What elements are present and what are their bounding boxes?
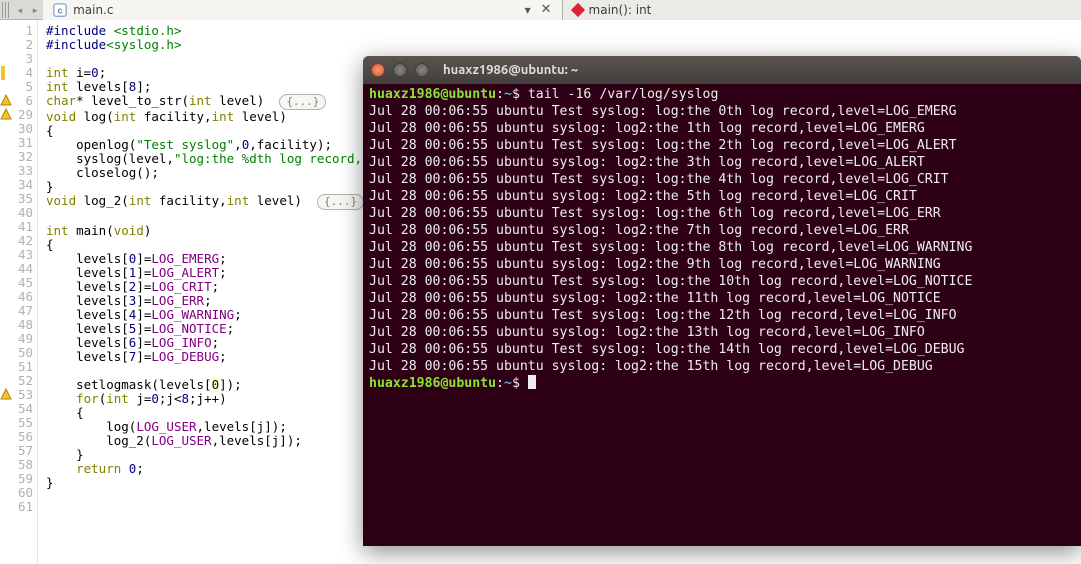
code-line[interactable]: { <box>46 238 377 252</box>
window-close-icon[interactable] <box>371 63 385 77</box>
line-number[interactable]: 60 <box>0 486 33 500</box>
code-line[interactable]: levels[0]=LOG_EMERG; <box>46 252 377 266</box>
c-file-icon: c <box>53 3 67 17</box>
warning-icon <box>0 388 12 400</box>
code-line[interactable]: { <box>46 406 377 420</box>
code-line[interactable]: return 0; <box>46 462 377 476</box>
code-line[interactable]: } <box>46 448 377 462</box>
line-number[interactable]: 47 <box>0 304 33 318</box>
code-line[interactable]: setlogmask(levels[0]); <box>46 378 377 392</box>
code-area[interactable]: #include <stdio.h>#include<syslog.h> int… <box>38 20 377 564</box>
tab-symbol-label: main(): int <box>589 3 652 17</box>
diamond-icon <box>570 2 584 16</box>
code-line[interactable]: int i=0; <box>46 66 377 80</box>
line-number[interactable]: 46 <box>0 290 33 304</box>
line-number[interactable]: 32 <box>0 150 33 164</box>
line-number[interactable]: 49 <box>0 332 33 346</box>
code-line[interactable]: } <box>46 180 377 194</box>
svg-text:c: c <box>58 5 63 15</box>
code-line[interactable]: int levels[8]; <box>46 80 377 94</box>
line-number[interactable]: 41 <box>0 220 33 234</box>
nav-right-icon[interactable]: ▸ <box>28 2 44 17</box>
code-line[interactable]: levels[1]=LOG_ALERT; <box>46 266 377 280</box>
code-line[interactable] <box>46 364 377 378</box>
code-line[interactable] <box>46 490 377 504</box>
code-line[interactable]: { <box>46 124 377 138</box>
code-line[interactable]: levels[2]=LOG_CRIT; <box>46 280 377 294</box>
warning-icon <box>0 94 12 106</box>
line-number[interactable]: 34 <box>0 178 33 192</box>
line-number[interactable]: 35 <box>0 192 33 206</box>
line-number[interactable]: 40 <box>0 206 33 220</box>
line-number[interactable]: 54 <box>0 402 33 416</box>
code-line[interactable] <box>46 504 377 518</box>
line-number[interactable]: 4 <box>0 66 33 80</box>
code-line[interactable]: closelog(); <box>46 166 377 180</box>
line-number[interactable]: 55 <box>0 416 33 430</box>
code-line[interactable]: for(int j=0;j<8;j++) <box>46 392 377 406</box>
tabbar-grip[interactable] <box>2 2 10 18</box>
terminal-titlebar[interactable]: huaxz1986@ubuntu: ~ <box>363 56 1081 84</box>
line-number[interactable]: 52 <box>0 374 33 388</box>
code-line[interactable]: levels[5]=LOG_NOTICE; <box>46 322 377 336</box>
code-line[interactable]: levels[6]=LOG_INFO; <box>46 336 377 350</box>
code-line[interactable]: } <box>46 476 377 490</box>
code-line[interactable]: levels[7]=LOG_DEBUG; <box>46 350 377 364</box>
line-number[interactable]: 33 <box>0 164 33 178</box>
window-maximize-icon[interactable] <box>415 63 429 77</box>
line-number[interactable]: 43 <box>0 248 33 262</box>
code-line[interactable] <box>46 52 377 66</box>
line-number[interactable]: 53 <box>0 388 33 402</box>
tab-file-label: main.c <box>73 3 113 17</box>
line-number[interactable]: 48 <box>0 318 33 332</box>
line-number[interactable]: 44 <box>0 262 33 276</box>
code-line[interactable]: int main(void) <box>46 224 377 238</box>
tab-dropdown-icon[interactable]: ▾ <box>525 3 531 17</box>
line-number[interactable]: 1 <box>0 24 33 38</box>
code-line[interactable] <box>46 210 377 224</box>
line-number[interactable]: 42 <box>0 234 33 248</box>
code-line[interactable]: #include <stdio.h> <box>46 24 377 38</box>
tab-close-icon[interactable]: ✕ <box>541 2 552 17</box>
line-number[interactable]: 56 <box>0 430 33 444</box>
tab-symbol-main[interactable]: main(): int <box>563 0 1081 20</box>
nav-left-icon[interactable]: ◂ <box>12 2 28 17</box>
code-line[interactable]: void log_2(int facility,int level) {...} <box>46 194 377 210</box>
terminal-body[interactable]: huaxz1986@ubuntu:~$ tail -16 /var/log/sy… <box>363 84 1081 394</box>
code-line[interactable]: log_2(LOG_USER,levels[j]); <box>46 434 377 448</box>
line-number[interactable]: 59 <box>0 472 33 486</box>
code-line[interactable]: syslog(level,"log:the %dth log record,le <box>46 152 377 166</box>
terminal-title: huaxz1986@ubuntu: ~ <box>443 63 578 77</box>
warning-icon <box>0 108 12 120</box>
code-line[interactable]: #include<syslog.h> <box>46 38 377 52</box>
line-number[interactable]: 3 <box>0 52 33 66</box>
line-number[interactable]: 31 <box>0 136 33 150</box>
code-line[interactable]: char* level_to_str(int level) {...} <box>46 94 377 110</box>
line-number[interactable]: 57 <box>0 444 33 458</box>
line-number[interactable]: 5 <box>0 80 33 94</box>
line-number[interactable]: 50 <box>0 346 33 360</box>
window-minimize-icon[interactable] <box>393 63 407 77</box>
code-line[interactable]: void log(int facility,int level) <box>46 110 377 124</box>
code-line[interactable]: levels[3]=LOG_ERR; <box>46 294 377 308</box>
line-number[interactable]: 61 <box>0 500 33 514</box>
line-number[interactable]: 6 <box>0 94 33 108</box>
line-number[interactable]: 51 <box>0 360 33 374</box>
editor-tab-bar: ◂ ▸ c main.c ▾ ✕ main(): int <box>0 0 1081 20</box>
code-line[interactable]: log(LOG_USER,levels[j]); <box>46 420 377 434</box>
code-line[interactable]: levels[4]=LOG_WARNING; <box>46 308 377 322</box>
code-line[interactable]: openlog("Test syslog",0,facility); <box>46 138 377 152</box>
tab-file-main-c[interactable]: c main.c ▾ ✕ <box>43 0 562 20</box>
line-number[interactable]: 58 <box>0 458 33 472</box>
line-number-gutter[interactable]: 1234562930313233343540414243444546474849… <box>0 20 38 564</box>
line-number[interactable]: 30 <box>0 122 33 136</box>
terminal-cursor <box>528 375 536 389</box>
line-number[interactable]: 29 <box>0 108 33 122</box>
line-number[interactable]: 45 <box>0 276 33 290</box>
terminal-window[interactable]: huaxz1986@ubuntu: ~ huaxz1986@ubuntu:~$ … <box>363 56 1081 546</box>
line-number[interactable]: 2 <box>0 38 33 52</box>
